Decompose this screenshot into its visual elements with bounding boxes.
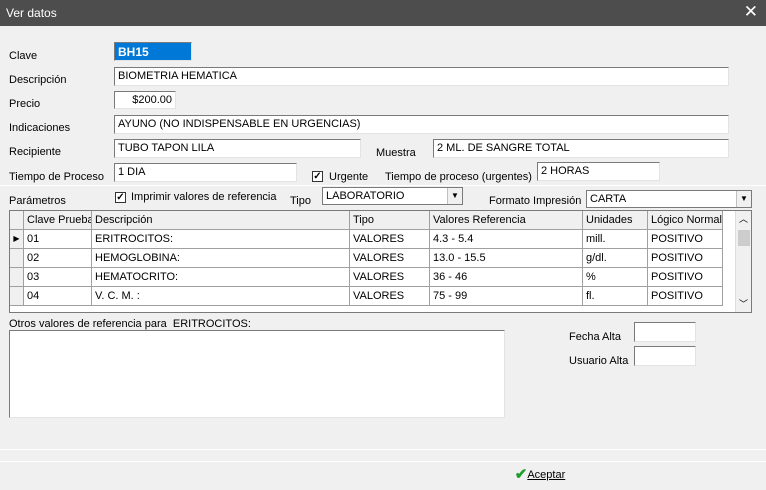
formato-impresion-value: CARTA (590, 193, 627, 205)
chevron-up-icon[interactable]: ︿ (739, 212, 748, 225)
column-header-unidades[interactable]: Unidades (583, 211, 648, 230)
table-cell[interactable]: HEMOGLOBINA: (92, 249, 350, 268)
table-cell[interactable]: fl. (583, 287, 648, 306)
formato-impresion-select[interactable]: CARTA ▼ (586, 190, 752, 208)
imprimir-check-icon: ✓ (116, 192, 125, 203)
table-cell[interactable]: V. C. M. : (92, 287, 350, 306)
precio-field[interactable]: $200.00 (114, 91, 176, 109)
indicaciones-label: Indicaciones (9, 122, 71, 134)
clave-field[interactable]: BH15 (114, 42, 192, 61)
urgente-checkbox[interactable]: ✓ (312, 171, 323, 182)
chevron-down-icon[interactable]: ﹀ (739, 297, 748, 310)
table-cell[interactable]: % (583, 268, 648, 287)
table-cell[interactable]: ERITROCITOS: (92, 230, 350, 249)
accept-label: Aceptar (527, 469, 566, 482)
column-header-valores[interactable]: Valores Referencia (430, 211, 583, 230)
row-selector[interactable] (10, 268, 24, 287)
table-cell[interactable]: VALORES (350, 268, 430, 287)
row-selector[interactable] (10, 249, 24, 268)
urgente-label: Urgente (329, 171, 369, 183)
table-cell[interactable]: 03 (24, 268, 92, 287)
descripcion-field[interactable]: BIOMETRIA HEMATICA (114, 67, 729, 86)
table-cell[interactable]: HEMATOCRITO: (92, 268, 350, 287)
tipo-label: Tipo (290, 195, 311, 207)
grid-scrollbar[interactable]: ︿ ﹀ (735, 211, 751, 312)
tiempo-proceso-urgentes-field[interactable]: 2 HORAS (537, 162, 660, 181)
recipiente-field[interactable]: TUBO TAPON LILA (114, 139, 361, 158)
table-cell[interactable]: VALORES (350, 230, 430, 249)
otros-valores-memo[interactable] (9, 330, 505, 418)
descripcion-label: Descripción (9, 74, 67, 86)
clave-label: Clave (9, 50, 38, 62)
chevron-down-icon[interactable]: ▼ (447, 188, 462, 204)
table-cell[interactable]: POSITIVO (648, 268, 723, 287)
column-header-logico[interactable]: Lógico Normal (648, 211, 723, 230)
chevron-down-icon[interactable]: ▼ (736, 191, 751, 207)
urgente-check-icon: ✓ (313, 171, 322, 182)
table-cell[interactable]: VALORES (350, 249, 430, 268)
imprimir-valores-checkbox[interactable]: ✓ (115, 192, 126, 203)
tipo-value: LABORATORIO (326, 190, 405, 202)
table-cell[interactable]: POSITIVO (648, 230, 723, 249)
table-cell[interactable]: 13.0 - 15.5 (430, 249, 583, 268)
separator (0, 461, 766, 462)
fecha-alta-field[interactable] (634, 322, 696, 342)
fecha-alta-label: Fecha Alta (569, 331, 621, 343)
table-cell[interactable]: 4.3 - 5.4 (430, 230, 583, 249)
parametros-grid[interactable]: Clave Prueba Descripción Tipo Valores Re… (9, 210, 752, 313)
table-cell[interactable]: 02 (24, 249, 92, 268)
tiempo-proceso-label: Tiempo de Proceso (9, 171, 104, 183)
otros-valores-label: Otros valores de referencia para ERITROC… (9, 318, 251, 330)
table-cell[interactable]: 04 (24, 287, 92, 306)
tiempo-proceso-urgentes-label: Tiempo de proceso (urgentes) (385, 171, 532, 183)
check-icon: ✔ (514, 466, 528, 484)
scrollbar-thumb[interactable] (738, 230, 750, 246)
otros-valores-para: ERITROCITOS: (172, 318, 251, 330)
tiempo-proceso-field[interactable]: 1 DIA (114, 163, 297, 182)
recipiente-label: Recipiente (9, 146, 61, 158)
table-cell[interactable]: 75 - 99 (430, 287, 583, 306)
table-cell[interactable]: 01 (24, 230, 92, 249)
muestra-label: Muestra (376, 147, 416, 159)
table-cell[interactable]: g/dl. (583, 249, 648, 268)
grid-corner (10, 211, 24, 230)
row-marker-icon[interactable]: ▶ (10, 230, 24, 249)
tipo-select[interactable]: LABORATORIO ▼ (322, 187, 463, 205)
usuario-alta-label: Usuario Alta (569, 355, 629, 367)
table-cell[interactable]: VALORES (350, 287, 430, 306)
formato-impresion-label: Formato Impresión (489, 195, 582, 207)
usuario-alta-field[interactable] (634, 346, 696, 366)
accept-button[interactable]: ✔Aceptar (505, 465, 575, 487)
title-bar: Ver datos ✕ (0, 0, 766, 26)
column-header-descripcion[interactable]: Descripción (92, 211, 350, 230)
indicaciones-field[interactable]: AYUNO (NO INDISPENSABLE EN URGENCIAS) (114, 115, 729, 134)
close-icon[interactable]: ✕ (744, 3, 758, 21)
row-selector[interactable] (10, 287, 24, 306)
imprimir-valores-label: Imprimir valores de referencia (131, 191, 277, 203)
table-cell[interactable]: POSITIVO (648, 249, 723, 268)
window-title: Ver datos (6, 6, 57, 20)
parametros-label: Parámetros (9, 195, 66, 207)
column-header-tipo[interactable]: Tipo (350, 211, 430, 230)
column-header-clave[interactable]: Clave Prueba (24, 211, 92, 230)
table-cell[interactable]: mill. (583, 230, 648, 249)
otros-valores-text: Otros valores de referencia para (9, 318, 167, 330)
table-cell[interactable]: 36 - 46 (430, 268, 583, 287)
precio-label: Precio (9, 98, 41, 110)
separator (0, 185, 766, 186)
separator (0, 449, 766, 450)
muestra-field[interactable]: 2 ML. DE SANGRE TOTAL (433, 139, 729, 158)
table-cell[interactable]: POSITIVO (648, 287, 723, 306)
